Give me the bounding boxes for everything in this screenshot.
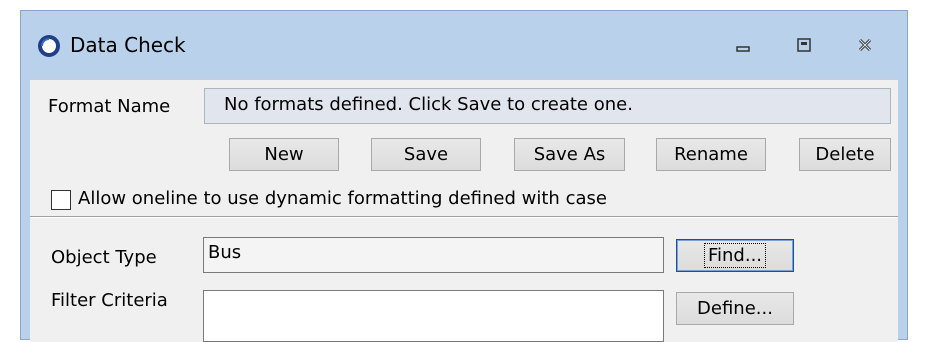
maximize-icon — [797, 38, 811, 52]
rename-button[interactable]: Rename — [656, 138, 766, 171]
delete-button[interactable]: Delete — [799, 138, 891, 171]
define-button[interactable]: Define... — [676, 292, 794, 325]
new-button[interactable]: New — [229, 138, 339, 171]
save-button-label: Save — [403, 144, 449, 165]
minimize-button[interactable] — [726, 31, 760, 59]
object-type-field[interactable]: Bus — [203, 237, 664, 273]
save-button[interactable]: Save — [371, 138, 481, 171]
new-button-label: New — [264, 144, 304, 165]
app-logo-icon — [37, 34, 61, 58]
save-as-button-label: Save As — [533, 144, 606, 165]
data-check-window: Data Check Format Name No formats define… — [20, 10, 908, 342]
format-name-label: Format Name — [48, 96, 171, 117]
save-as-button[interactable]: Save As — [514, 138, 625, 171]
object-type-label: Object Type — [51, 247, 157, 268]
maximize-button[interactable] — [787, 31, 821, 59]
dynamic-formatting-checkbox[interactable] — [51, 190, 71, 210]
find-button[interactable]: Find... — [676, 239, 794, 272]
title-bar[interactable]: Data Check — [21, 11, 907, 79]
delete-button-label: Delete — [815, 144, 875, 165]
define-button-label: Define... — [697, 298, 773, 319]
filter-criteria-label: Filter Criteria — [51, 290, 168, 311]
format-name-display: No formats defined. Click Save to create… — [204, 88, 891, 124]
close-button[interactable] — [848, 31, 882, 59]
minimize-icon — [736, 46, 750, 52]
filter-criteria-field[interactable] — [203, 290, 664, 342]
window-title: Data Check — [70, 33, 186, 57]
dialog-body: Format Name No formats defined. Click Sa… — [30, 79, 898, 342]
rename-button-label: Rename — [674, 144, 748, 165]
section-divider — [30, 216, 898, 218]
dynamic-formatting-label: Allow oneline to use dynamic formatting … — [78, 188, 607, 209]
find-button-label: Find... — [703, 243, 767, 268]
close-icon — [858, 38, 872, 52]
